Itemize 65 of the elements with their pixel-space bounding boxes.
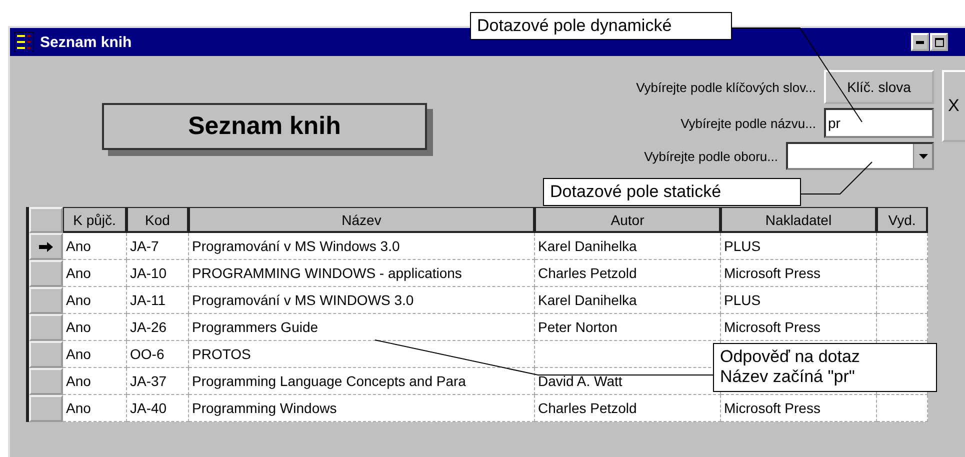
column-header[interactable]: Vyd. [877, 207, 928, 233]
table-cell: Programming Language Concepts and Para [189, 368, 535, 395]
table-cell: Ano [63, 287, 127, 314]
table-cell: Microsoft Press [721, 395, 877, 422]
column-header[interactable]: K půjč. [63, 207, 127, 233]
table-cell: OO-6 [127, 341, 189, 368]
arrow-icon [39, 242, 53, 252]
maximize-button[interactable] [930, 33, 948, 51]
table-cell: Peter Norton [535, 314, 721, 341]
table-cell: JA-40 [127, 395, 189, 422]
table-cell: Karel Danihelka [535, 287, 721, 314]
table-cell: Ano [63, 341, 127, 368]
table-cell: Programování v MS Windows 3.0 [189, 233, 535, 260]
maximize-icon [934, 38, 944, 46]
table-cell: PLUS [721, 233, 877, 260]
column-header[interactable]: Autor [535, 207, 721, 233]
table-cell: Microsoft Press [721, 260, 877, 287]
dropdown-arrow-icon [918, 154, 928, 158]
minimize-button[interactable] [911, 33, 929, 51]
column-header[interactable]: Nakladatel [721, 207, 877, 233]
filter-label: Vybírejte podle klíčových slov... [636, 80, 816, 94]
form-title: Seznam knih [188, 112, 341, 141]
callout: Dotazové pole statické [543, 178, 801, 206]
dropdown-field[interactable] [786, 142, 934, 170]
table-cell: David A. Watt [535, 368, 721, 395]
table-cell: Programmers Guide [189, 314, 535, 341]
table-cell: Ano [63, 395, 127, 422]
table-cell: Microsoft Press [721, 314, 877, 341]
table-cell: PROTOS [189, 341, 535, 368]
row-selector[interactable] [29, 233, 63, 260]
table-cell: Charles Petzold [535, 260, 721, 287]
leader-line [800, 162, 872, 194]
table-cell [877, 260, 928, 287]
table-cell: JA-7 [127, 233, 189, 260]
table-cell: Ano [63, 233, 127, 260]
header-selector [29, 207, 63, 233]
keywords-button[interactable]: Klíč. slova [824, 70, 934, 104]
table-cell: PLUS [721, 287, 877, 314]
table-cell: Programming Windows [189, 395, 535, 422]
minimize-icon [916, 40, 924, 44]
table-cell: PROGRAMMING WINDOWS - applications [189, 260, 535, 287]
table-cell: Ano [63, 314, 127, 341]
table-cell [877, 233, 928, 260]
table-cell: JA-37 [127, 368, 189, 395]
table-cell [877, 395, 928, 422]
column-header[interactable]: Kod [127, 207, 189, 233]
input-field[interactable]: pr [824, 108, 934, 138]
table-cell: JA-10 [127, 260, 189, 287]
side-button[interactable]: X [942, 70, 965, 142]
callout: Dotazové pole dynamické [470, 12, 732, 40]
filter-label: Vybírejte podle názvu... [680, 116, 816, 130]
table-cell: Ano [63, 368, 127, 395]
table-cell: Ano [63, 260, 127, 287]
table-cell [877, 314, 928, 341]
window-title: Seznam knih [40, 34, 132, 50]
table-cell: Karel Danihelka [535, 233, 721, 260]
table-cell: Charles Petzold [535, 395, 721, 422]
table-cell: JA-26 [127, 314, 189, 341]
table-cell: Programování v MS WINDOWS 3.0 [189, 287, 535, 314]
column-header[interactable]: Název [189, 207, 535, 233]
filter-label: Vybírejte podle oboru... [644, 148, 778, 164]
callout: Odpověď na dotaz Název začíná "pr" [713, 343, 937, 392]
table-cell: JA-11 [127, 287, 189, 314]
table-cell [877, 287, 928, 314]
app-icon [14, 32, 34, 52]
